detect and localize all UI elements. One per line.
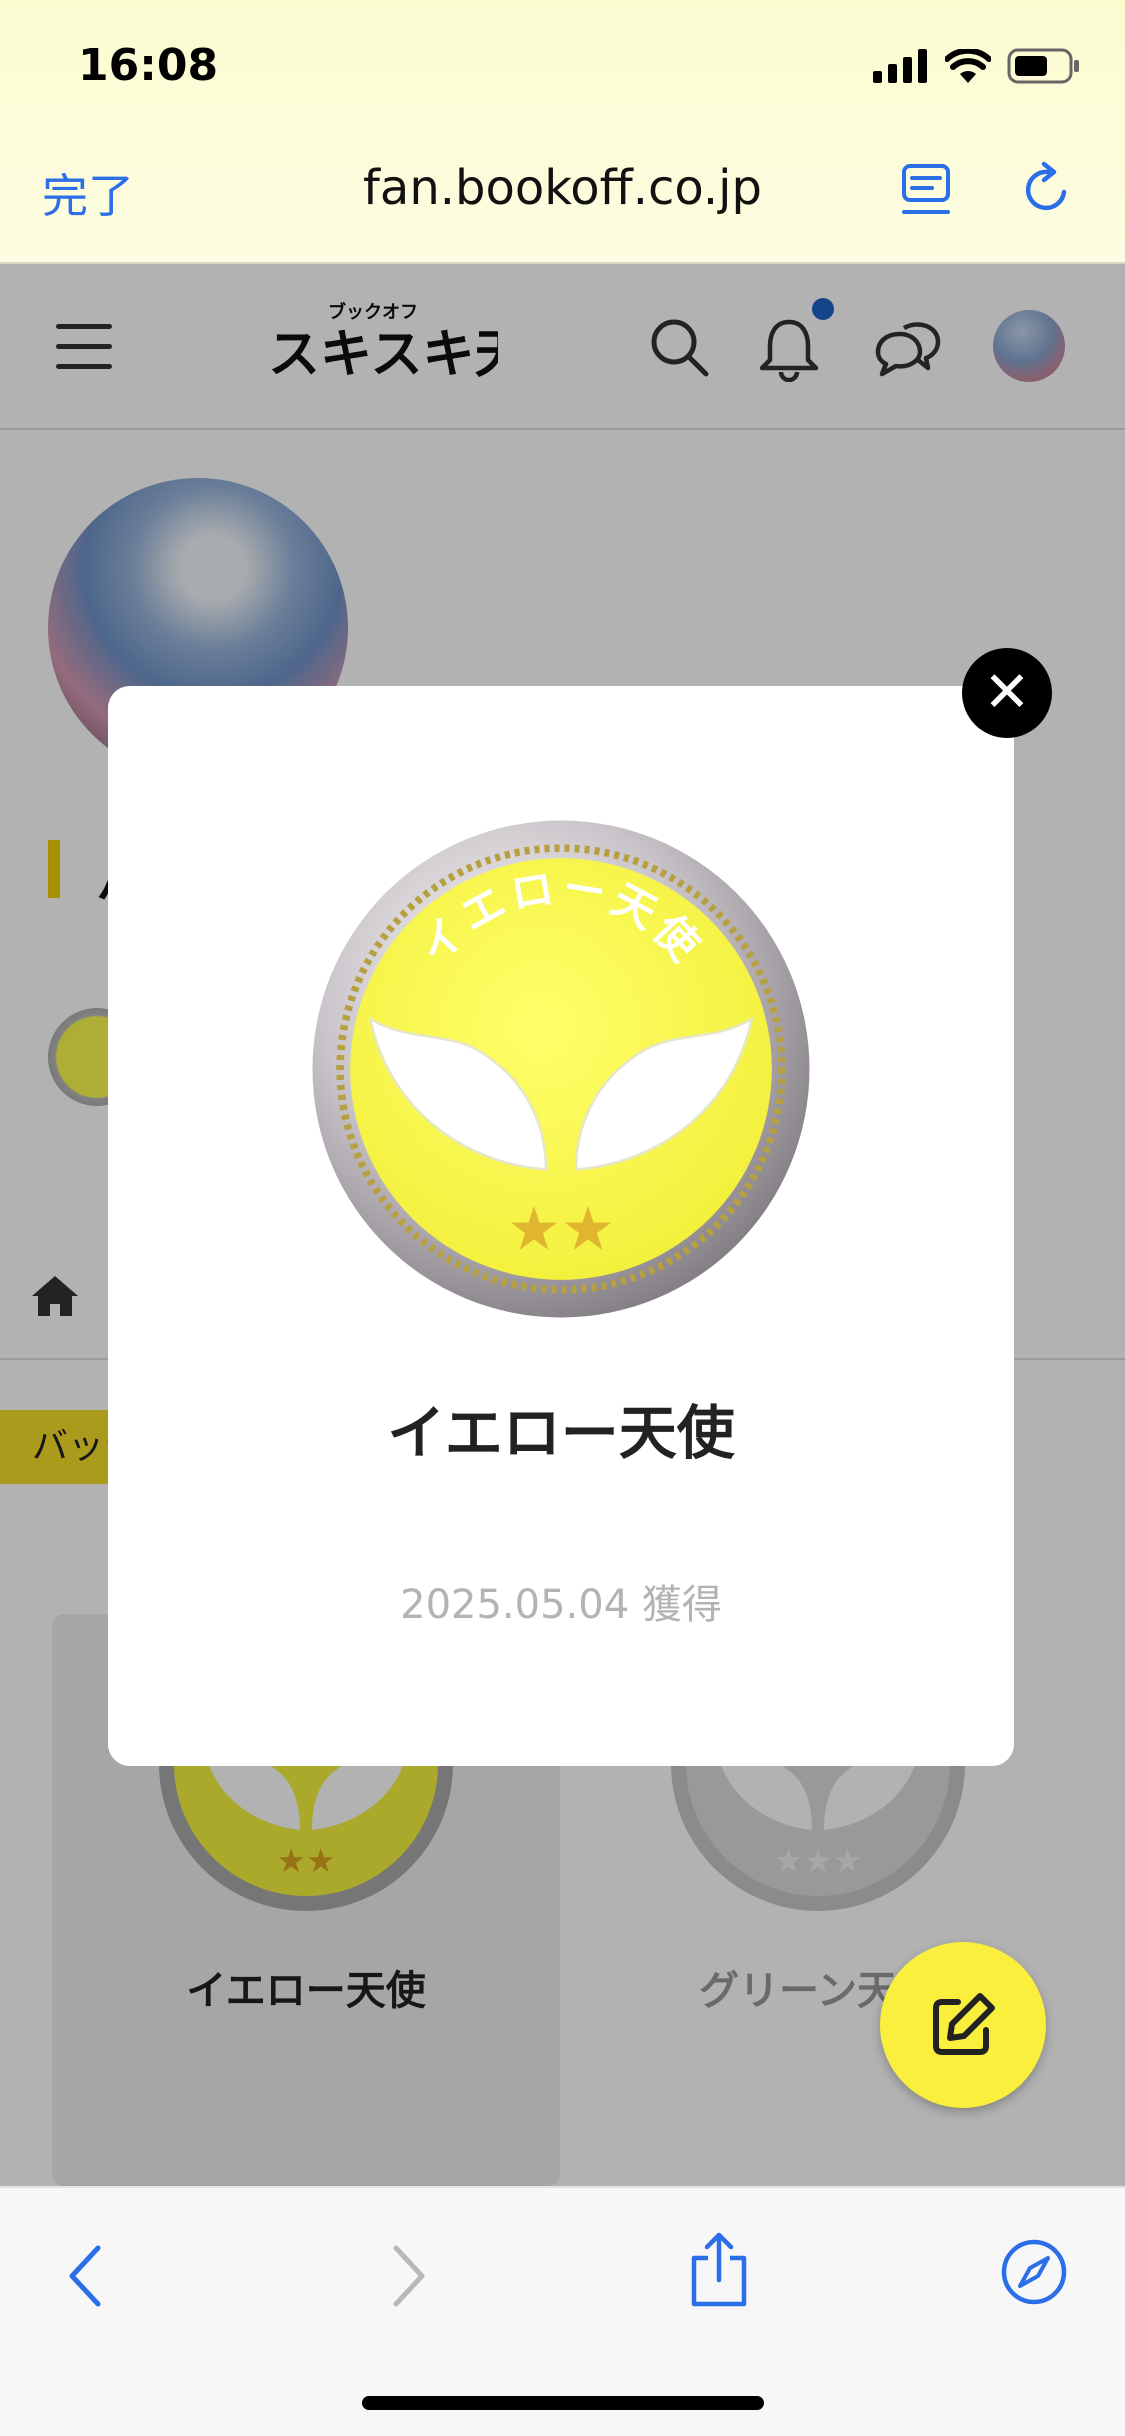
modal-badge-name: イエロー天使 — [387, 1399, 735, 1467]
tabs-icon[interactable] — [900, 162, 952, 218]
yellow-angel-badge-icon: イエロー天使 ★★ — [312, 820, 810, 1318]
signal-icon — [873, 49, 927, 83]
badge-stars: ★★ — [507, 1195, 615, 1265]
browser-top-bar: 16:08 完了 fan.bookoff.co.jp — [0, 0, 1125, 264]
url-field[interactable]: fan.bookoff.co.jp — [0, 160, 1125, 216]
battery-icon — [1007, 48, 1079, 84]
compose-button[interactable] — [880, 1942, 1046, 2108]
edit-icon — [933, 1993, 995, 2055]
forward-icon[interactable] — [388, 2244, 428, 2308]
status-icons — [873, 48, 1081, 84]
reload-icon[interactable] — [1018, 160, 1074, 218]
badge-modal: イエロー天使 ★★ イエロー天使 2025.05.04 獲得 — [108, 686, 1014, 1766]
compass-icon[interactable] — [1000, 2238, 1068, 2306]
share-icon[interactable] — [688, 2232, 750, 2308]
status-time: 16:08 — [78, 40, 219, 91]
close-icon[interactable]: ✕ — [962, 648, 1052, 738]
back-icon[interactable] — [66, 2244, 106, 2308]
earned-date: 2025.05.04 獲得 — [400, 1582, 722, 1628]
wifi-icon — [945, 49, 991, 83]
home-indicator — [362, 2396, 764, 2410]
